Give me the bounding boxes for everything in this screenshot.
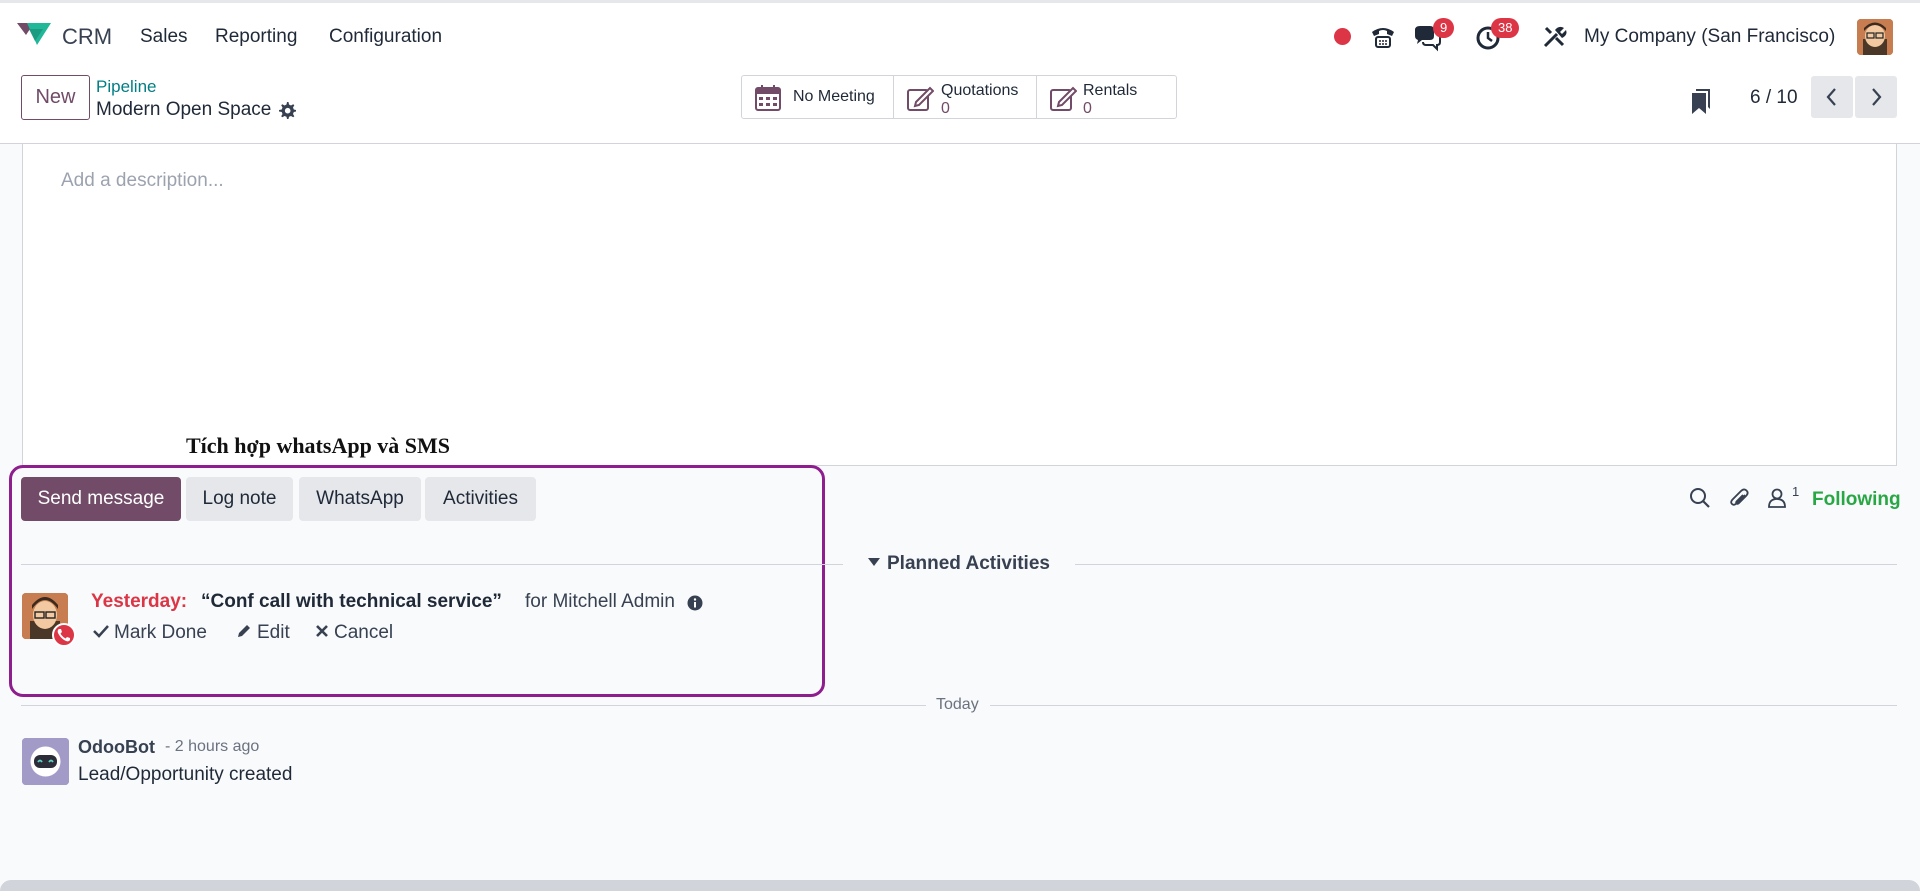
close-icon <box>316 625 328 637</box>
annotation-highlight-box <box>9 465 825 697</box>
planned-activities-label: Planned Activities <box>887 553 1050 574</box>
bookmark-icon[interactable] <box>1690 87 1712 115</box>
message-author[interactable]: OdooBot <box>78 737 155 758</box>
following-toggle[interactable]: Following <box>1812 489 1901 511</box>
cancel-activity-button[interactable]: Cancel <box>315 622 393 644</box>
control-panel: New Pipeline Modern Open Space No Meetin… <box>0 66 1920 144</box>
mark-done-button[interactable]: Mark Done <box>93 622 207 644</box>
menu-sales[interactable]: Sales <box>140 26 188 48</box>
calendar-icon <box>755 85 781 111</box>
chevron-left-icon <box>1826 88 1836 106</box>
caret-down-icon <box>868 557 880 566</box>
phone-call-icon <box>52 623 76 647</box>
chevron-right-icon <box>1872 88 1882 106</box>
divider <box>21 564 843 565</box>
followers-count: 1 <box>1792 484 1800 499</box>
menu-reporting[interactable]: Reporting <box>215 26 297 48</box>
search-icon[interactable] <box>1689 487 1711 509</box>
record-title: Modern Open Space <box>96 99 272 120</box>
new-button[interactable]: New <box>21 75 90 120</box>
window-bottom-edge <box>0 880 1920 891</box>
debug-tools-icon[interactable] <box>1539 22 1569 52</box>
edit-label: Edit <box>257 622 290 643</box>
cancel-label: Cancel <box>334 622 394 643</box>
status-dot-icon[interactable] <box>1334 28 1351 45</box>
activity-deadline: Yesterday: <box>91 591 188 612</box>
quotations-smart-button[interactable]: Quotations 0 <box>894 76 1037 118</box>
edit-document-icon <box>907 86 934 111</box>
description-placeholder: Add a description... <box>61 170 224 191</box>
phone-icon[interactable] <box>1368 22 1398 52</box>
annotation-title: Tích hợp whatsApp và SMS <box>186 433 451 458</box>
crm-logo-icon[interactable] <box>17 19 51 47</box>
followers-user-icon[interactable] <box>1766 487 1788 509</box>
messages-badge: 9 <box>1433 18 1455 38</box>
message-body: Lead/Opportunity created <box>78 764 293 785</box>
divider <box>21 705 926 706</box>
check-icon <box>93 625 109 638</box>
activities-badge: 38 <box>1491 18 1520 38</box>
quotations-label: Quotations <box>941 82 1019 99</box>
gear-icon[interactable] <box>278 101 296 119</box>
divider <box>990 705 1897 706</box>
quotations-count: 0 <box>941 100 950 117</box>
date-separator-today: Today <box>936 696 979 713</box>
paperclip-icon[interactable] <box>1729 487 1751 509</box>
activity-summary: “Conf call with technical service” <box>201 591 502 612</box>
mark-done-label: Mark Done <box>114 622 207 643</box>
pencil-icon <box>238 624 250 637</box>
rentals-label: Rentals <box>1083 82 1138 99</box>
pager-previous-button[interactable] <box>1811 76 1853 118</box>
user-avatar[interactable] <box>1857 19 1893 55</box>
message-timestamp: - 2 hours ago <box>165 738 260 755</box>
smart-buttons: No Meeting Quotations 0 Rentals 0 <box>741 75 1177 119</box>
rentals-smart-button[interactable]: Rentals 0 <box>1037 76 1176 118</box>
edit-document-icon <box>1050 86 1077 111</box>
info-icon[interactable] <box>687 595 703 611</box>
activity-assignee: for Mitchell Admin <box>525 591 675 612</box>
app-name[interactable]: CRM <box>62 24 112 50</box>
description-editor[interactable]: Add a description... <box>22 144 1897 466</box>
rentals-count: 0 <box>1083 100 1092 117</box>
meeting-smart-button[interactable]: No Meeting <box>742 76 894 118</box>
pager-next-button[interactable] <box>1855 76 1897 118</box>
menu-configuration[interactable]: Configuration <box>329 26 442 48</box>
divider <box>1075 564 1897 565</box>
edit-activity-button[interactable]: Edit <box>236 622 290 644</box>
meeting-label: No Meeting <box>793 88 875 105</box>
top-navbar: CRM Sales Reporting Configuration 9 38 M… <box>0 0 1920 66</box>
company-switcher[interactable]: My Company (San Francisco) <box>1584 26 1835 48</box>
breadcrumb-pipeline[interactable]: Pipeline <box>96 77 157 97</box>
pager-value[interactable]: 6 / 10 <box>1750 87 1798 109</box>
odoobot-avatar[interactable] <box>22 738 69 785</box>
planned-activities-toggle[interactable]: Planned Activities <box>868 553 1050 575</box>
